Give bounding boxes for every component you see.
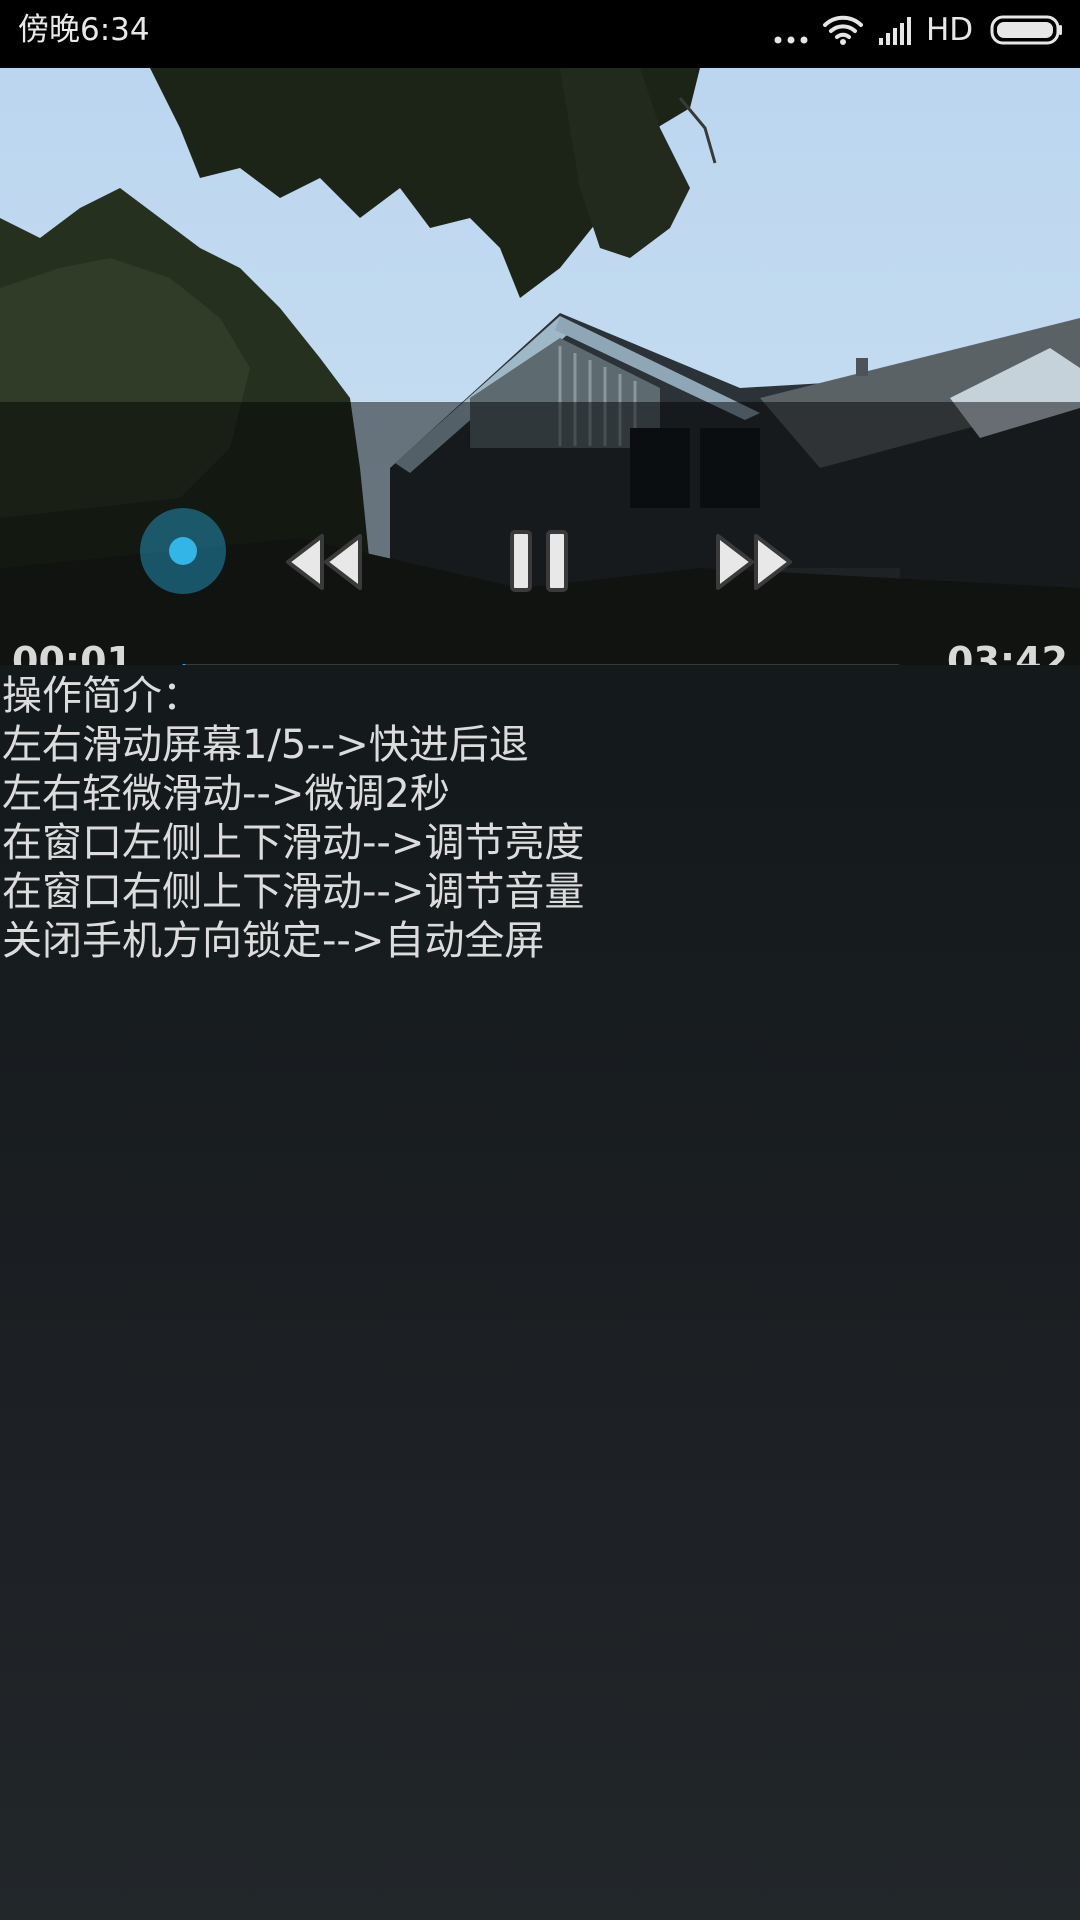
current-time: 00:01 <box>12 639 133 665</box>
seek-thumb-dot <box>169 537 197 565</box>
instruction-line: 关闭手机方向锁定-->自动全屏 <box>2 918 545 964</box>
instructions-title: 操作简介： <box>2 673 202 719</box>
rewind-icon[interactable] <box>282 530 366 594</box>
pause-icon[interactable] <box>508 528 570 594</box>
wifi-icon <box>823 15 863 45</box>
total-time: 03:42 <box>947 639 1068 665</box>
instruction-line: 左右滑动屏幕1/5-->快进后退 <box>2 722 529 768</box>
more-dots-icon <box>774 36 808 44</box>
seek-bar[interactable] <box>182 664 900 665</box>
instruction-line: 左右轻微滑动-->微调2秒 <box>2 771 450 817</box>
status-bar: 傍晚6:34 HD <box>0 0 1080 68</box>
seek-thumb[interactable] <box>140 508 226 594</box>
instructions-panel: 操作简介： 左右滑动屏幕1/5-->快进后退 左右轻微滑动-->微调2秒 在窗口… <box>2 672 1072 966</box>
status-time: 傍晚6:34 <box>18 12 150 48</box>
signal-icon <box>879 17 911 45</box>
seek-progress <box>182 664 186 665</box>
instruction-line: 在窗口右侧上下滑动-->调节音量 <box>2 869 585 915</box>
fast-forward-icon[interactable] <box>712 530 796 594</box>
battery-icon <box>990 15 1062 45</box>
app-screen: 傍晚6:34 HD 00:01 03:42 操作简介： 左右滑动屏幕1/5-->… <box>0 0 1080 1920</box>
network-type-label: HD <box>926 12 974 48</box>
instruction-line: 在窗口左侧上下滑动-->调节亮度 <box>2 820 585 866</box>
